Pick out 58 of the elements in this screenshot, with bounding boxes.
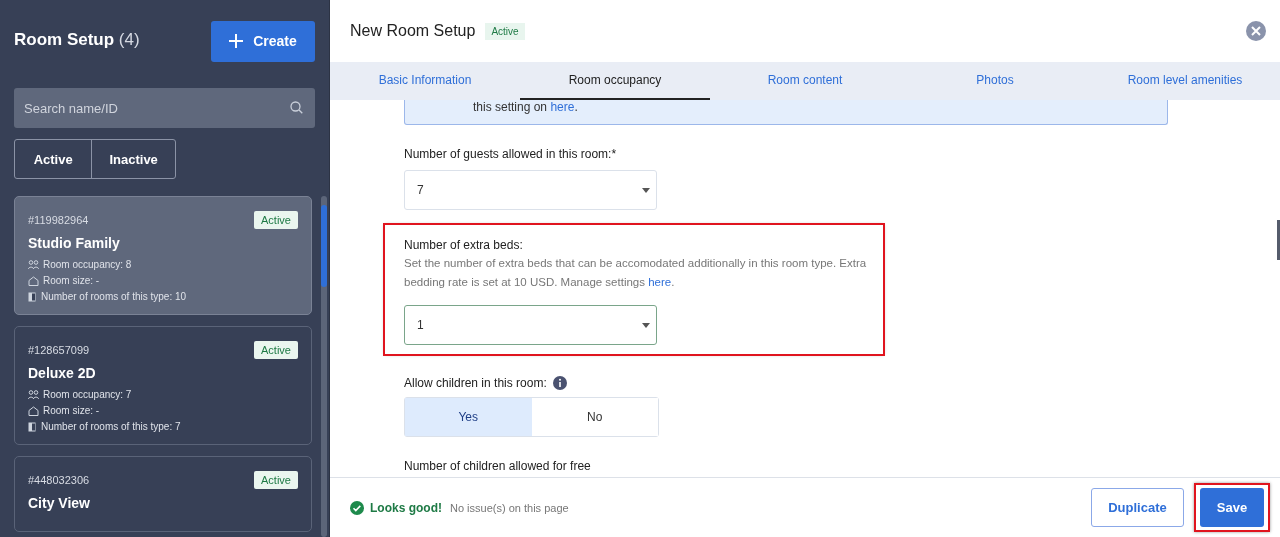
select-field[interactable]: 7: [404, 170, 657, 210]
sidebar-title: Room Setup (4): [14, 30, 140, 50]
field-label: Number of children allowed for free: [404, 459, 592, 473]
check-icon: [350, 500, 364, 515]
filter-button[interactable]: Inactive: [91, 140, 175, 178]
door-icon: [28, 291, 37, 302]
occupancy-text: Room occupancy: 8: [43, 259, 132, 270]
option-button[interactable]: Yes: [405, 398, 532, 436]
room-id: #448032306: [28, 474, 90, 486]
people-icon: [28, 389, 39, 400]
search-field[interactable]: Search name/ID: [14, 88, 315, 128]
house-icon: [28, 275, 39, 286]
footer-button[interactable]: Duplicate: [1091, 488, 1184, 527]
status-badge: Active: [254, 211, 298, 229]
tab[interactable]: Basic Information: [330, 62, 520, 100]
room-name: Studio Family: [28, 235, 121, 251]
status-badge: Active: [485, 22, 525, 40]
status-text: Looks good!: [370, 500, 442, 515]
room-count-text: Number of rooms of this type: 10: [41, 291, 187, 302]
status-badge: Active: [254, 471, 298, 489]
caret-icon: [642, 187, 650, 193]
size-text: Room size: -: [43, 405, 100, 416]
tab[interactable]: Room level amenities: [1090, 62, 1280, 100]
create-button[interactable]: Create: [211, 20, 315, 62]
footer-button[interactable]: Save: [1200, 488, 1264, 527]
panel-title: New Room Setup: [350, 22, 476, 40]
status-message: No issue(s) on this page: [450, 501, 569, 514]
select-field[interactable]: 1: [404, 305, 657, 345]
house-icon: [28, 405, 39, 416]
room-id: #119982964: [28, 214, 89, 226]
tab[interactable]: Room content: [710, 62, 900, 100]
field-description: Set the number of extra beds that can be accomodated additionally in this room type. Extra bedding rate is set at 10 USD. Manage settings here.: [404, 256, 868, 290]
plus-icon: [229, 34, 244, 48]
tab[interactable]: Photos: [900, 62, 1090, 100]
info-text: this setting on here.: [473, 100, 578, 114]
room-id: #128657099: [28, 344, 90, 356]
search-icon: [290, 101, 303, 114]
room-card[interactable]: #448032306 Active City View: [14, 456, 312, 532]
scrollbar[interactable]: [321, 196, 327, 537]
people-icon: [28, 259, 39, 270]
filter-button[interactable]: Active: [15, 140, 92, 178]
field-label: Number of guests allowed in this room:*: [404, 147, 618, 161]
close-icon[interactable]: [1246, 21, 1266, 41]
room-name: Deluxe 2D: [28, 365, 97, 381]
status-badge: Active: [254, 341, 298, 359]
here-link[interactable]: here: [648, 276, 672, 288]
room-card[interactable]: #119982964 Active Studio Family Room occupancy: 8 Room size: - Number of rooms of this type: 10: [14, 196, 312, 315]
info-icon[interactable]: [552, 376, 567, 390]
occupancy-text: Room occupancy: 7: [43, 389, 132, 400]
room-count-text: Number of rooms of this type: 7: [41, 421, 181, 432]
door-icon: [28, 421, 37, 432]
scrollbar[interactable]: [1277, 220, 1280, 260]
caret-icon: [642, 322, 650, 328]
room-name: City View: [28, 495, 91, 511]
field-label: Allow children in this room:: [404, 376, 547, 390]
room-card[interactable]: #128657099 Active Deluxe 2D Room occupancy: 7 Room size: - Number of rooms of this type: 7: [14, 326, 312, 445]
size-text: Room size: -: [43, 275, 100, 286]
field-label: Number of extra beds:: [404, 238, 524, 252]
